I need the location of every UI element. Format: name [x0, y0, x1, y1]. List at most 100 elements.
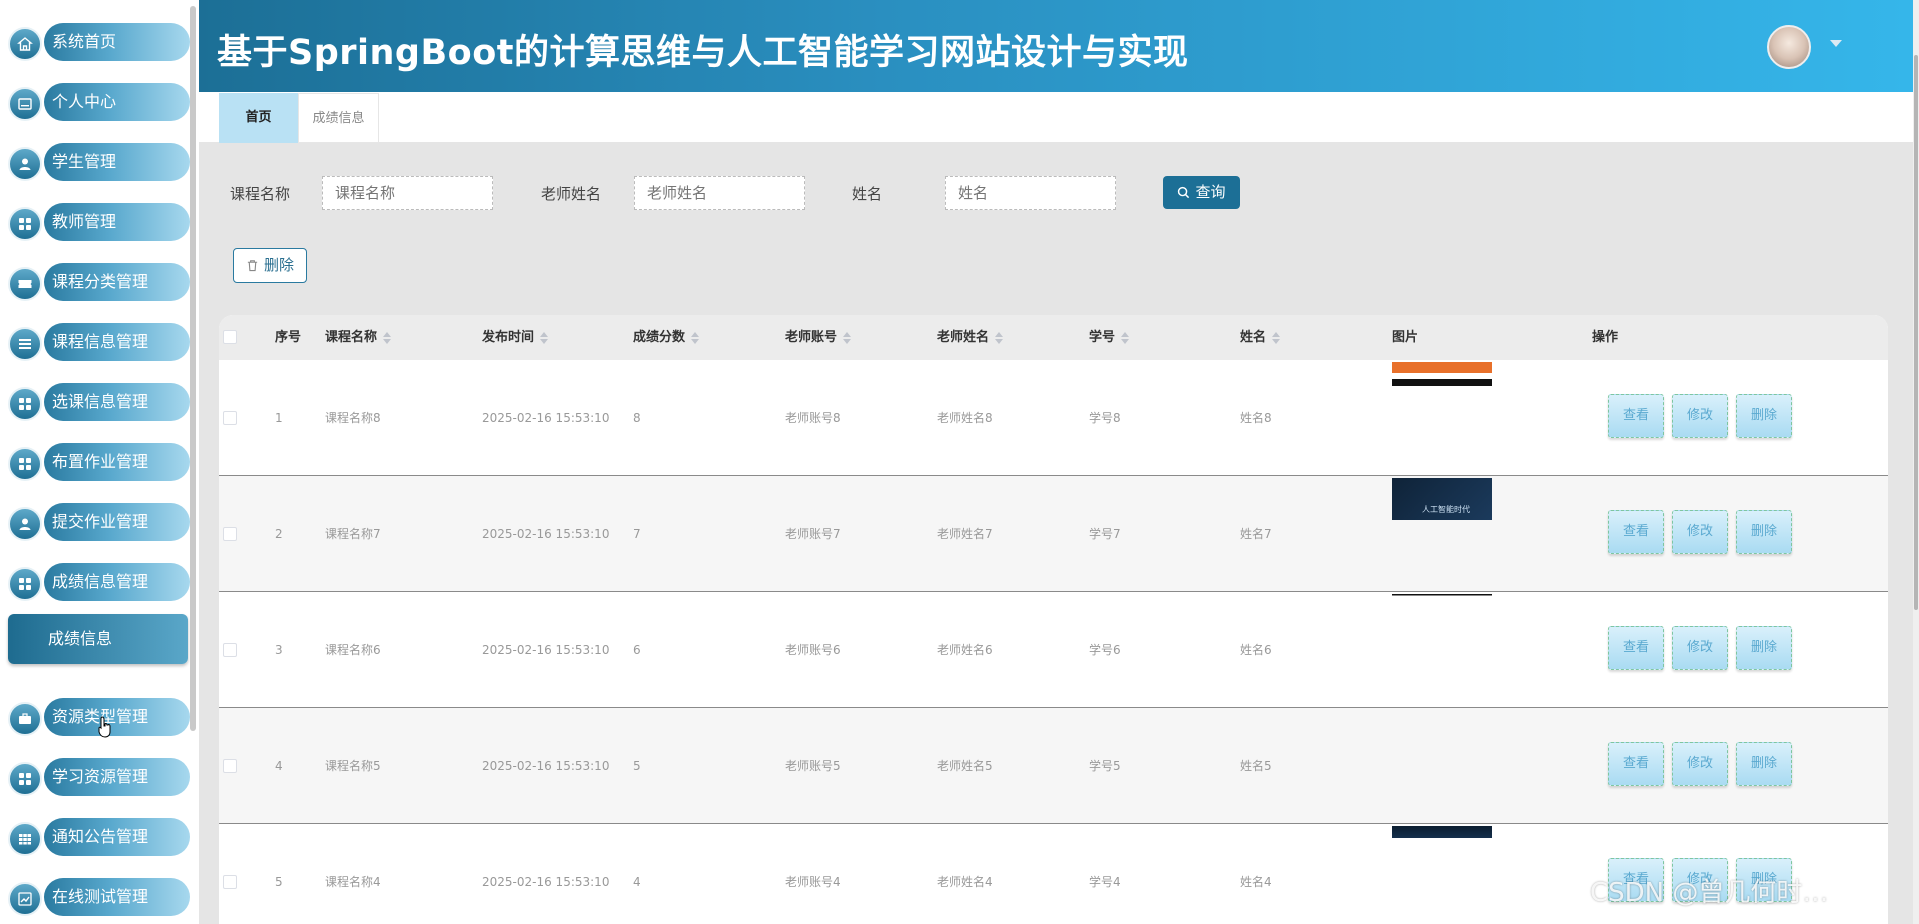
- cell-name: 姓名5: [1240, 759, 1272, 773]
- tab-grade-info[interactable]: 成绩信息: [298, 93, 379, 143]
- cell-score: 5: [633, 759, 641, 773]
- chevron-down-icon[interactable]: [1830, 40, 1842, 47]
- sidebar-item-personal-center[interactable]: 个人中心: [8, 81, 190, 121]
- sidebar-item-label: 选课信息管理: [44, 383, 190, 421]
- cell-score: 6: [633, 643, 641, 657]
- search-button[interactable]: 查询: [1163, 176, 1240, 209]
- cell-teacher-account: 老师账号5: [785, 759, 841, 773]
- view-button[interactable]: 查看: [1608, 394, 1664, 438]
- cell-index: 2: [275, 527, 283, 541]
- view-button[interactable]: 查看: [1608, 626, 1664, 670]
- chart-icon: [8, 882, 42, 916]
- sort-icon[interactable]: [691, 331, 700, 344]
- column-header-time[interactable]: 发布时间: [482, 315, 549, 360]
- sidebar-item-students[interactable]: 学生管理: [8, 141, 190, 181]
- sort-icon[interactable]: [1272, 331, 1281, 344]
- teacher-name-input[interactable]: [634, 176, 805, 210]
- column-header-student-no[interactable]: 学号: [1089, 315, 1130, 360]
- row-thumbnail-image[interactable]: [1392, 594, 1492, 602]
- row-thumbnail-image[interactable]: [1392, 362, 1492, 386]
- cell-course: 课程名称7: [325, 527, 381, 541]
- row-checkbox[interactable]: [223, 411, 237, 425]
- view-button[interactable]: 查看: [1608, 510, 1664, 554]
- cell-student-no: 学号7: [1089, 527, 1121, 541]
- sidebar-item-home[interactable]: 系统首页: [8, 21, 190, 61]
- column-header-course[interactable]: 课程名称: [325, 315, 392, 360]
- sort-icon[interactable]: [843, 331, 852, 344]
- column-header-name[interactable]: 姓名: [1240, 315, 1281, 360]
- sidebar-item-course-selection[interactable]: 选课信息管理: [8, 381, 190, 421]
- sidebar-item-label: 学习资源管理: [44, 758, 190, 796]
- batch-delete-button[interactable]: 删除: [233, 248, 307, 283]
- mouse-cursor-icon: [98, 716, 111, 738]
- sidebar-item-resource-types[interactable]: 资源类型管理: [8, 696, 190, 736]
- sidebar-scrollbar[interactable]: [190, 6, 196, 731]
- sidebar-item-learning-resources[interactable]: 学习资源管理: [8, 756, 190, 796]
- sidebar-item-notices[interactable]: 通知公告管理: [8, 816, 190, 856]
- sidebar-item-label: 学生管理: [44, 143, 190, 181]
- row-checkbox[interactable]: [223, 759, 237, 773]
- cell-name: 姓名8: [1240, 411, 1272, 425]
- delete-button[interactable]: 删除: [1736, 510, 1792, 554]
- table-header: 序号 课程名称 发布时间 成绩分数 老师账号 老师姓名 学号 姓名 图片 操作: [219, 315, 1888, 360]
- column-header-image: 图片: [1392, 330, 1419, 345]
- sidebar-item-online-tests[interactable]: 在线测试管理: [8, 876, 190, 916]
- cell-teacher-account: 老师账号7: [785, 527, 841, 541]
- cell-time: 2025-02-16 15:53:10: [482, 875, 610, 889]
- list-icon: [8, 327, 42, 361]
- teacher-name-label: 老师姓名: [541, 185, 602, 203]
- column-header-teacher-account[interactable]: 老师账号: [785, 315, 852, 360]
- sort-icon[interactable]: [1121, 331, 1130, 344]
- row-checkbox[interactable]: [223, 875, 237, 889]
- page-scrollbar-thumb[interactable]: [1914, 55, 1918, 610]
- sidebar-item-grades[interactable]: 成绩信息管理: [8, 561, 190, 601]
- top-header: 基于SpringBoot的计算思维与人工智能学习网站设计与实现: [199, 0, 1913, 92]
- cell-student-no: 学号8: [1089, 411, 1121, 425]
- sort-icon[interactable]: [540, 331, 549, 344]
- tab-home[interactable]: 首页: [219, 93, 298, 143]
- course-name-input[interactable]: [322, 176, 493, 210]
- row-thumbnail-image[interactable]: 人工智能时代: [1392, 478, 1492, 520]
- grid-icon: [8, 762, 42, 796]
- edit-button[interactable]: 修改: [1672, 742, 1728, 786]
- row-thumbnail-image[interactable]: [1392, 826, 1492, 838]
- cell-score: 4: [633, 875, 641, 889]
- row-checkbox[interactable]: [223, 527, 237, 541]
- cell-teacher-name: 老师姓名7: [937, 527, 993, 541]
- sidebar-item-assign-homework[interactable]: 布置作业管理: [8, 441, 190, 481]
- avatar[interactable]: [1767, 25, 1811, 69]
- cell-teacher-account: 老师账号6: [785, 643, 841, 657]
- cell-teacher-name: 老师姓名5: [937, 759, 993, 773]
- cell-course: 课程名称6: [325, 643, 381, 657]
- sidebar-item-teachers[interactable]: 教师管理: [8, 201, 190, 241]
- view-button[interactable]: 查看: [1608, 742, 1664, 786]
- id-card-icon: [8, 87, 42, 121]
- cell-student-no: 学号5: [1089, 759, 1121, 773]
- edit-button[interactable]: 修改: [1672, 394, 1728, 438]
- column-header-teacher-name[interactable]: 老师姓名: [937, 315, 1004, 360]
- student-name-input[interactable]: [945, 176, 1116, 210]
- cell-name: 姓名4: [1240, 875, 1272, 889]
- sidebar-item-course-info[interactable]: 课程信息管理: [8, 321, 190, 361]
- select-all-checkbox[interactable]: [223, 330, 237, 344]
- column-header-score[interactable]: 成绩分数: [633, 315, 700, 360]
- sidebar-item-course-categories[interactable]: 课程分类管理: [8, 261, 190, 301]
- sidebar-item-label: 个人中心: [44, 83, 190, 121]
- thumbnail-caption: 人工智能时代: [1422, 505, 1470, 514]
- cell-index: 5: [275, 875, 283, 889]
- sort-icon[interactable]: [383, 331, 392, 344]
- cell-teacher-name: 老师姓名8: [937, 411, 993, 425]
- sidebar-item-submit-homework[interactable]: 提交作业管理: [8, 501, 190, 541]
- delete-button[interactable]: 删除: [1736, 742, 1792, 786]
- sidebar-subitem-grade-info[interactable]: 成绩信息: [8, 614, 188, 664]
- delete-button[interactable]: 删除: [1736, 394, 1792, 438]
- delete-button[interactable]: 删除: [1736, 626, 1792, 670]
- row-checkbox[interactable]: [223, 643, 237, 657]
- edit-button[interactable]: 修改: [1672, 626, 1728, 670]
- home-icon: [8, 27, 42, 61]
- cell-index: 4: [275, 759, 283, 773]
- cell-course: 课程名称5: [325, 759, 381, 773]
- edit-button[interactable]: 修改: [1672, 510, 1728, 554]
- sort-icon[interactable]: [995, 331, 1004, 344]
- search-button-label: 查询: [1195, 183, 1226, 201]
